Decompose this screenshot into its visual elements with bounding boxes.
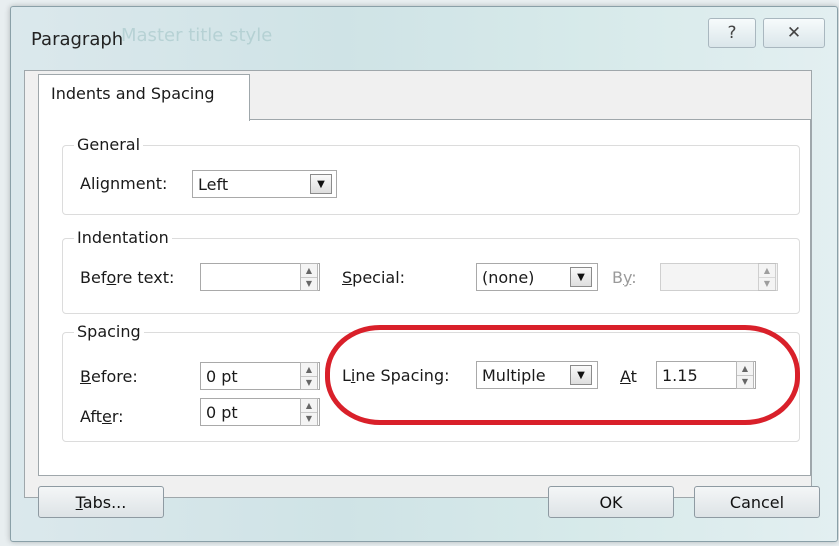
- spin-up-icon[interactable]: ▲: [737, 362, 753, 375]
- by-label: By:: [612, 268, 637, 287]
- general-group: [62, 145, 800, 215]
- tab-indents-and-spacing[interactable]: Indents and Spacing: [38, 74, 250, 121]
- by-spinner[interactable]: ▲ ▼: [758, 263, 776, 291]
- help-button[interactable]: ?: [708, 18, 756, 48]
- tabs-button-label: Tabs...: [75, 492, 127, 512]
- cancel-button-label: Cancel: [729, 492, 785, 512]
- line-spacing-dropdown-button[interactable]: ▼: [570, 365, 592, 385]
- after-value: 0 pt: [206, 402, 238, 422]
- spin-down-icon[interactable]: ▼: [737, 374, 753, 389]
- before-spinner[interactable]: ▲ ▼: [300, 362, 318, 390]
- alignment-dropdown-button[interactable]: ▼: [310, 174, 332, 194]
- before-text-spinner[interactable]: ▲ ▼: [300, 263, 318, 291]
- at-spinner[interactable]: ▲ ▼: [736, 361, 754, 389]
- indentation-heading: Indentation: [74, 228, 172, 247]
- cancel-button[interactable]: Cancel: [694, 486, 820, 518]
- spin-down-icon[interactable]: ▼: [301, 411, 317, 426]
- line-spacing-label: Line Spacing:: [342, 366, 450, 385]
- at-label: At: [620, 367, 637, 386]
- general-heading: General: [74, 135, 144, 154]
- special-value: (none): [482, 267, 535, 287]
- line-spacing-value: Multiple: [482, 365, 546, 385]
- before-text-label: Before text:: [80, 268, 175, 287]
- chevron-down-icon: ▼: [577, 369, 585, 381]
- tabs-button[interactable]: Tabs...: [38, 486, 164, 518]
- dialog-title: Paragraph: [31, 29, 124, 50]
- at-value: 1.15: [662, 365, 698, 385]
- chevron-down-icon: ▼: [317, 178, 325, 190]
- spin-down-icon[interactable]: ▼: [301, 375, 317, 390]
- spin-up-icon[interactable]: ▲: [301, 363, 317, 376]
- before-value: 0 pt: [206, 366, 238, 386]
- ok-button[interactable]: OK: [548, 486, 674, 518]
- close-icon: ✕: [786, 23, 802, 43]
- alignment-value: Left: [198, 174, 229, 194]
- after-label: After:: [80, 407, 124, 426]
- background-strip-left: [0, 0, 10, 546]
- special-label: Special:: [342, 268, 406, 287]
- spin-up-icon[interactable]: ▲: [759, 264, 775, 277]
- after-spinner[interactable]: ▲ ▼: [300, 398, 318, 426]
- close-button[interactable]: ✕: [763, 18, 825, 48]
- alignment-label: Alignment:: [80, 174, 168, 193]
- spacing-heading: Spacing: [74, 322, 144, 341]
- spin-down-icon[interactable]: ▼: [301, 276, 317, 291]
- spin-down-icon[interactable]: ▼: [759, 276, 775, 291]
- background-ghost-text: Master title style: [121, 25, 273, 46]
- tab-label: Indents and Spacing: [51, 84, 215, 103]
- spin-up-icon[interactable]: ▲: [301, 264, 317, 277]
- chevron-down-icon: ▼: [577, 271, 585, 283]
- ok-button-label: OK: [599, 492, 623, 512]
- special-dropdown-button[interactable]: ▼: [570, 267, 592, 287]
- help-icon: ?: [727, 23, 737, 43]
- spin-up-icon[interactable]: ▲: [301, 399, 317, 412]
- before-label: Before:: [80, 367, 138, 386]
